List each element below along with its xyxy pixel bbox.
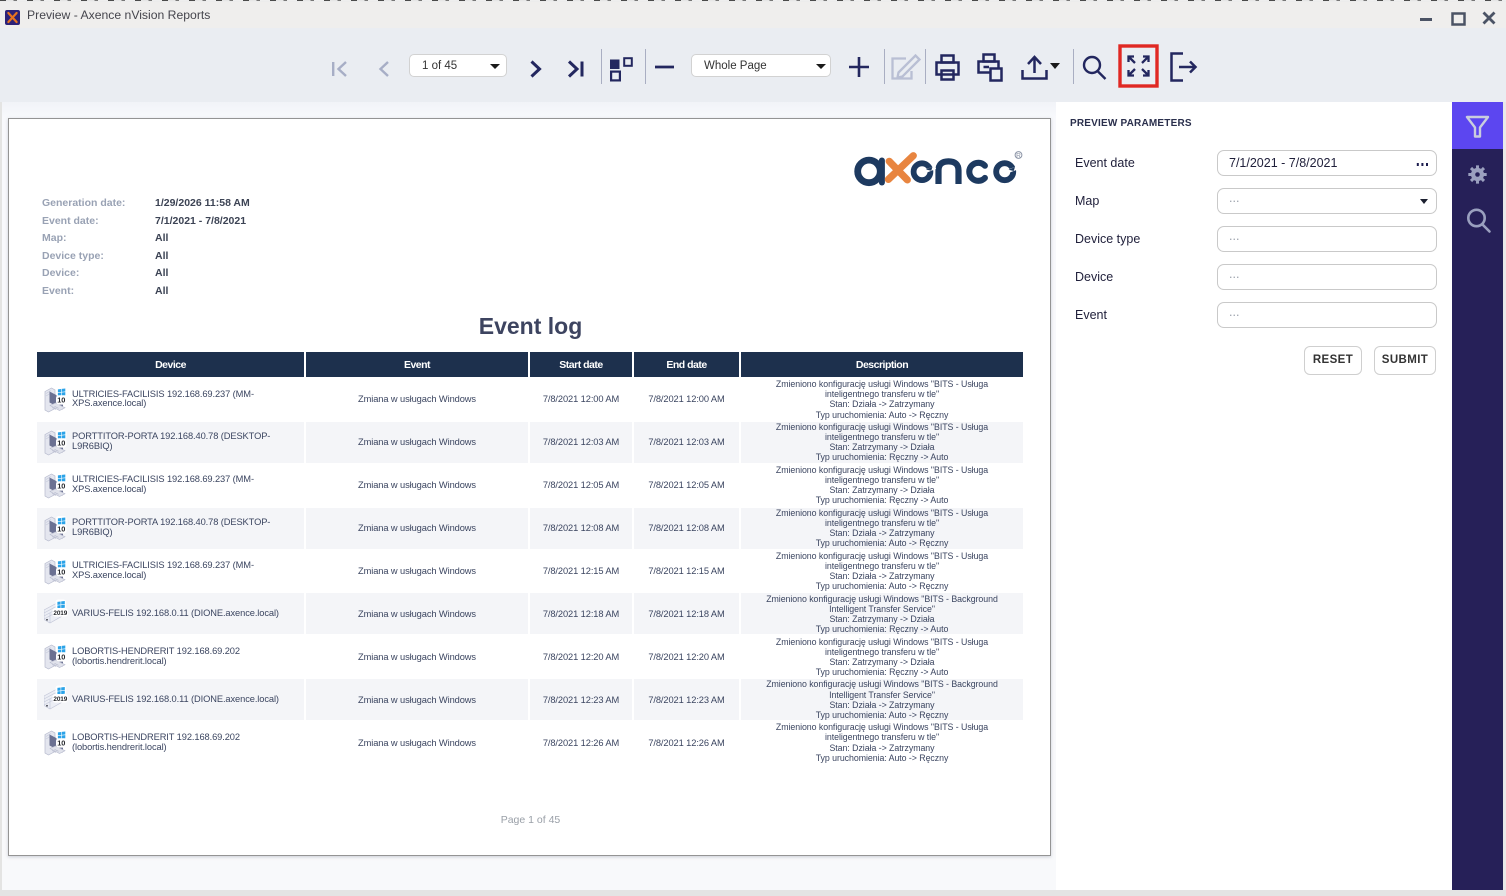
svg-text:R: R bbox=[1016, 152, 1021, 159]
